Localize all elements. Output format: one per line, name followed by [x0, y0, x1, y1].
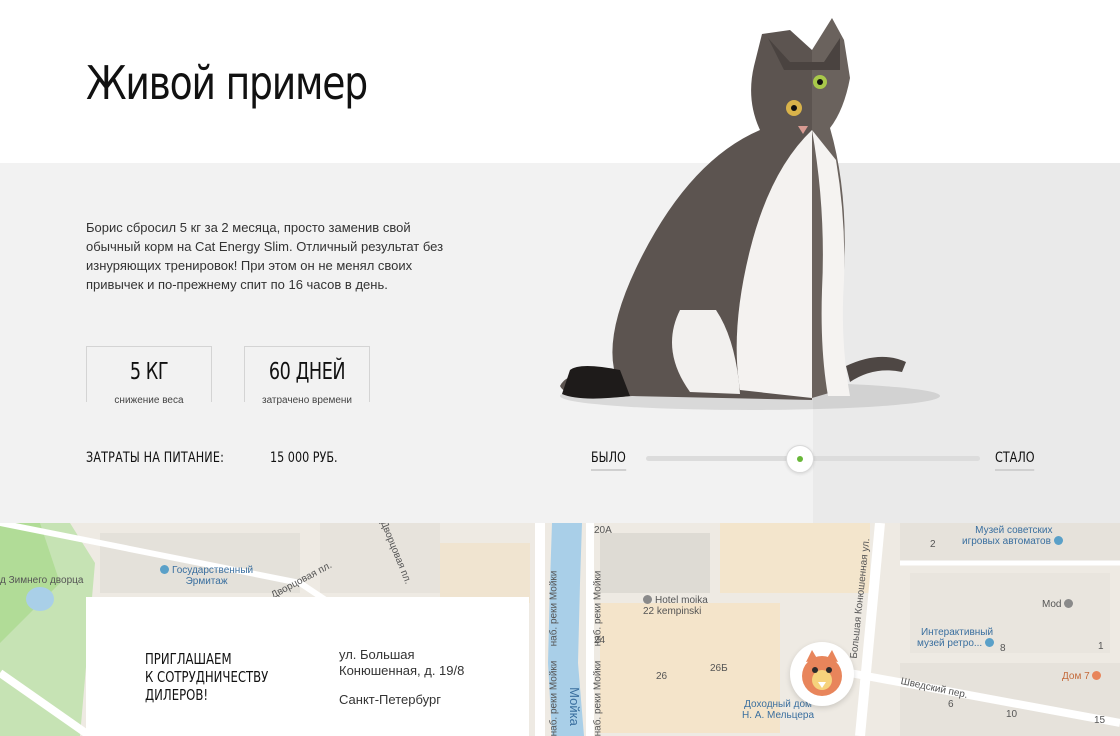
restaurant-pin-icon [1092, 671, 1102, 680]
slider-after-label[interactable]: СТАЛО [995, 450, 1035, 471]
cat-logo-icon [802, 650, 842, 696]
map-label-moika-river: Мойка [566, 687, 582, 726]
stat-weight-loss: 5 КГ снижение веса [86, 346, 212, 406]
company-location-marker[interactable] [790, 642, 854, 706]
contact-card: ПРИГЛАШАЕМ К СОТРУДНИЧЕСТВУ ДИЛЕРОВ! ул.… [86, 597, 529, 736]
map-house-number: 24 [594, 635, 606, 646]
map-house-number: 10 [1006, 709, 1018, 720]
stat-weight-value: 5 КГ [129, 359, 169, 385]
cat-before-after-image [560, 18, 940, 410]
section-title: Живой пример [86, 56, 368, 110]
map-house-number: 8 [1000, 643, 1006, 654]
stat-days-value: 60 ДНЕЙ [268, 359, 346, 385]
museum-pin-icon [160, 565, 169, 574]
slider-before-label[interactable]: БЫЛО [591, 450, 626, 471]
food-cost-label: ЗАТРАТЫ НА ПИТАНИЕ: [86, 450, 225, 466]
hotel-pin-icon [643, 595, 652, 604]
map-house-number: 26 [656, 671, 668, 682]
map-house-number: 2 [930, 539, 936, 550]
example-description: Борис сбросил 5 кг за 2 месяца, просто з… [86, 220, 444, 292]
map-label-hermitage[interactable]: Государственный Эрмитаж [160, 565, 253, 587]
map-house-number: 1 [1098, 641, 1104, 652]
map-label-arcade-museum[interactable]: Музей советских игровых автоматов [962, 525, 1066, 547]
map-label-mod[interactable]: Mod [1042, 599, 1076, 610]
food-cost-value: 15 000 РУБ. [270, 450, 338, 466]
map-label-interactive-museum[interactable]: Интерактивный музей ретро... [917, 627, 997, 649]
map-house-number: 26Б [710, 663, 728, 674]
map-label-moika-embankment-1: наб. реки Мойки [548, 570, 560, 647]
map-label-moika-embankment-4: наб. реки Мойки [592, 660, 604, 736]
map-label-dom7[interactable]: Дом 7 [1062, 671, 1104, 682]
dealers-invitation-heading: ПРИГЛАШАЕМ К СОТРУДНИЧЕСТВУ ДИЛЕРОВ! [145, 650, 269, 704]
map-house-number: 15 [1094, 715, 1106, 726]
office-city: Санкт-Петербург [339, 692, 441, 707]
stat-days-caption: затрачено времени [255, 395, 359, 406]
museum-pin-icon [1053, 536, 1063, 545]
map-house-number: 6 [948, 699, 954, 710]
museum-pin-icon [985, 638, 994, 647]
stat-days: 60 ДНЕЙ затрачено времени [244, 346, 370, 406]
stat-weight-caption: снижение веса [108, 395, 190, 406]
office-address: ул. Большая Конюшенная, д. 19/8 [339, 647, 465, 678]
map-label-moika-embankment-2: наб. реки Мойки [548, 660, 560, 736]
map-label-winter-palace: д Зимнего дворца [0, 575, 84, 586]
map-house-number: 20А [594, 525, 612, 536]
map-label-hotel-moika[interactable]: Hotel moika 22 kempinski [643, 595, 708, 617]
comparison-slider-thumb[interactable] [785, 445, 814, 473]
place-pin-icon [1064, 599, 1074, 608]
